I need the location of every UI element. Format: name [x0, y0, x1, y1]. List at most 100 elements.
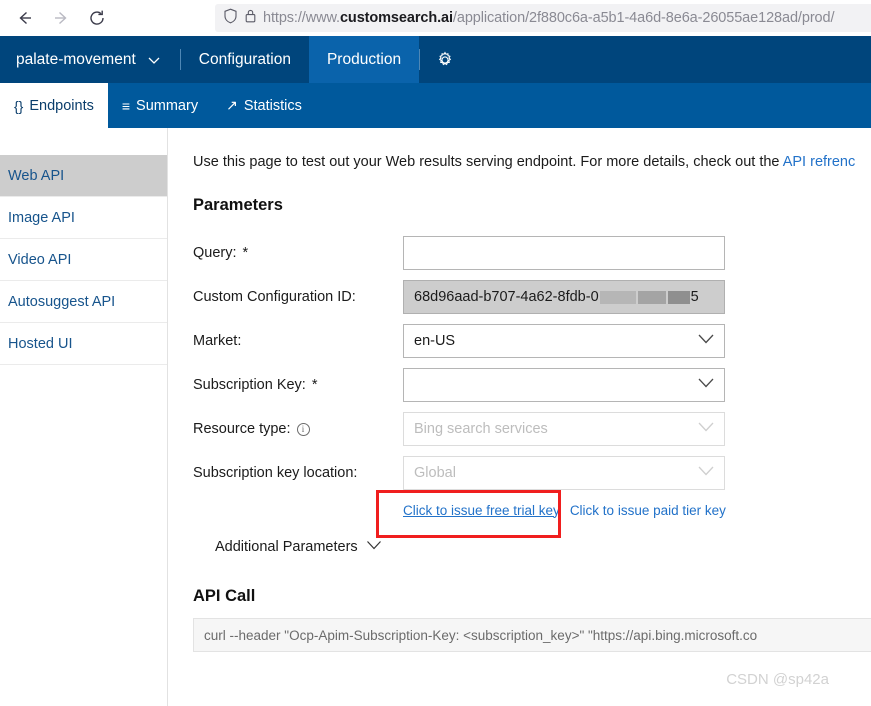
chevron-down-icon	[366, 539, 382, 555]
list-icon: ≡	[121, 97, 131, 114]
app-root: https://www.customsearch.ai/application/…	[0, 0, 871, 706]
app-header: palate-movement Configuration Production	[0, 36, 871, 83]
settings-button[interactable]	[420, 36, 470, 83]
back-button[interactable]	[8, 3, 42, 33]
reload-icon	[90, 10, 104, 25]
sidebar-item-video-api[interactable]: Video API	[0, 239, 167, 281]
field-row-query: Query: *	[193, 231, 871, 275]
market-select-value: en-US	[414, 333, 456, 349]
url-host: customsearch.ai	[339, 10, 453, 26]
sidebar-item-hosted-ui[interactable]: Hosted UI	[0, 323, 167, 365]
market-label-text: Market:	[193, 333, 242, 349]
header-tab-configuration[interactable]: Configuration	[181, 36, 309, 83]
redaction-block-2	[637, 290, 666, 304]
shield-icon	[223, 8, 238, 29]
tab-endpoints-label: Endpoints	[29, 97, 94, 114]
browser-nav-buttons	[0, 3, 114, 33]
subscription-key-required-marker: *	[311, 377, 318, 393]
address-bar[interactable]: https://www.customsearch.ai/application/…	[215, 4, 871, 32]
custom-configuration-id-value-wrap: 68d96aad-b707-4a62-8fdb-0 5	[414, 289, 699, 305]
custom-configuration-id-value: 68d96aad-b707-4a62-8fdb-0	[414, 289, 599, 305]
sidebar-item-image-api[interactable]: Image API	[0, 197, 167, 239]
api-call-code-box[interactable]: curl --header "Ocp-Apim-Subscription-Key…	[193, 618, 871, 652]
sidebar-item-video-api-label: Video API	[8, 251, 72, 268]
query-label-text: Query:	[193, 245, 237, 261]
braces-icon: {}	[14, 97, 24, 114]
api-sidebar: Web API Image API Video API Autosuggest …	[0, 128, 168, 706]
sidebar-item-hosted-ui-label: Hosted UI	[8, 335, 73, 352]
chevron-down-icon	[697, 333, 715, 349]
field-row-subscription-key: Subscription Key: *	[193, 363, 871, 407]
field-row-custom-configuration-id: Custom Configuration ID: 68d96aad-b707-4…	[193, 275, 871, 319]
resource-type-select-value: Bing search services	[414, 421, 548, 437]
chevron-down-icon	[148, 57, 160, 64]
additional-parameters-label: Additional Parameters	[215, 539, 358, 555]
gear-icon	[438, 51, 452, 65]
header-tab-configuration-label: Configuration	[198, 50, 291, 68]
header-tab-production[interactable]: Production	[308, 36, 420, 83]
field-row-market: Market: en-US	[193, 319, 871, 363]
page-description-text: Use this page to test out your Web resul…	[193, 154, 783, 170]
info-icon[interactable]: i	[296, 422, 310, 436]
tab-statistics-label: Statistics	[243, 97, 302, 114]
resource-type-select[interactable]: Bing search services	[403, 412, 725, 446]
subscription-key-select[interactable]	[403, 368, 725, 402]
tab-endpoints[interactable]: {} Endpoints	[0, 83, 108, 128]
parameters-form: Query: * Custom Configuration ID: 68d96a…	[193, 231, 871, 555]
lock-icon	[244, 8, 257, 29]
query-required-marker: *	[242, 245, 249, 261]
watermark: CSDN @sp42a	[726, 671, 829, 688]
api-reference-link[interactable]: API refrenc	[783, 154, 856, 170]
api-call-code-text: curl --header "Ocp-Apim-Subscription-Key…	[204, 627, 758, 643]
custom-configuration-id-label-text: Custom Configuration ID:	[193, 289, 356, 305]
tab-summary-label: Summary	[136, 97, 199, 114]
forward-button[interactable]	[44, 3, 78, 33]
parameters-heading: Parameters	[193, 196, 283, 214]
chevron-down-icon	[697, 377, 715, 393]
additional-parameters-toggle[interactable]: Additional Parameters	[215, 539, 871, 555]
header-tab-production-label: Production	[326, 50, 402, 68]
sidebar-top-spacer	[0, 128, 167, 155]
custom-configuration-id-value-suffix: 5	[690, 289, 699, 305]
sidebar-item-web-api[interactable]: Web API	[0, 155, 167, 197]
redaction-block-1	[599, 290, 636, 304]
tab-summary[interactable]: ≡ Summary	[108, 83, 212, 128]
subscription-key-location-select-value: Global	[414, 465, 456, 481]
subscription-key-location-label-text: Subscription key location:	[193, 465, 358, 481]
subscription-key-location-label: Subscription key location:	[193, 465, 403, 481]
app-selector[interactable]: palate-movement	[0, 36, 180, 83]
page-content: Web API Image API Video API Autosuggest …	[0, 128, 871, 706]
query-label: Query: *	[193, 245, 403, 261]
custom-configuration-id-label: Custom Configuration ID:	[193, 289, 403, 305]
page-description: Use this page to test out your Web resul…	[193, 154, 871, 170]
sidebar-item-autosuggest-api-label: Autosuggest API	[8, 293, 116, 310]
tab-statistics[interactable]: ↗ Statistics	[212, 83, 316, 128]
resource-type-label-text: Resource type:	[193, 421, 291, 437]
chevron-down-icon	[697, 421, 715, 437]
query-input[interactable]	[403, 236, 725, 270]
chart-line-icon: ↗	[226, 97, 238, 113]
chevron-down-icon	[697, 465, 715, 481]
sidebar-item-autosuggest-api[interactable]: Autosuggest API	[0, 281, 167, 323]
issue-free-trial-key-link[interactable]: Click to issue free trial key	[403, 503, 560, 518]
field-row-subscription-key-location: Subscription key location: Global	[193, 451, 871, 495]
address-bar-text: https://www.customsearch.ai/application/…	[263, 10, 835, 26]
custom-configuration-id-input[interactable]: 68d96aad-b707-4a62-8fdb-0 5	[403, 280, 725, 314]
issue-paid-tier-key-link[interactable]: Click to issue paid tier key	[570, 503, 726, 518]
market-select[interactable]: en-US	[403, 324, 725, 358]
arrow-left-icon	[19, 11, 31, 25]
subscription-key-label: Subscription Key: *	[193, 377, 403, 393]
sidebar-item-web-api-label: Web API	[8, 167, 65, 184]
api-call-heading: API Call	[193, 587, 256, 605]
subscription-key-location-select[interactable]: Global	[403, 456, 725, 490]
market-label: Market:	[193, 333, 403, 349]
redaction-block-3	[667, 290, 690, 304]
url-path: /application/2f880c6a-a5b1-4a6d-8e6a-260…	[452, 10, 835, 26]
sidebar-item-image-api-label: Image API	[8, 209, 75, 226]
key-issue-links: Click to issue free trial key Click to i…	[403, 495, 871, 525]
field-row-resource-type: Resource type: i Bing search services	[193, 407, 871, 451]
reload-button[interactable]	[80, 3, 114, 33]
url-scheme: https://www.	[263, 10, 340, 26]
arrow-right-icon	[55, 11, 67, 25]
subtab-bar: {} Endpoints ≡ Summary ↗ Statistics	[0, 83, 871, 128]
